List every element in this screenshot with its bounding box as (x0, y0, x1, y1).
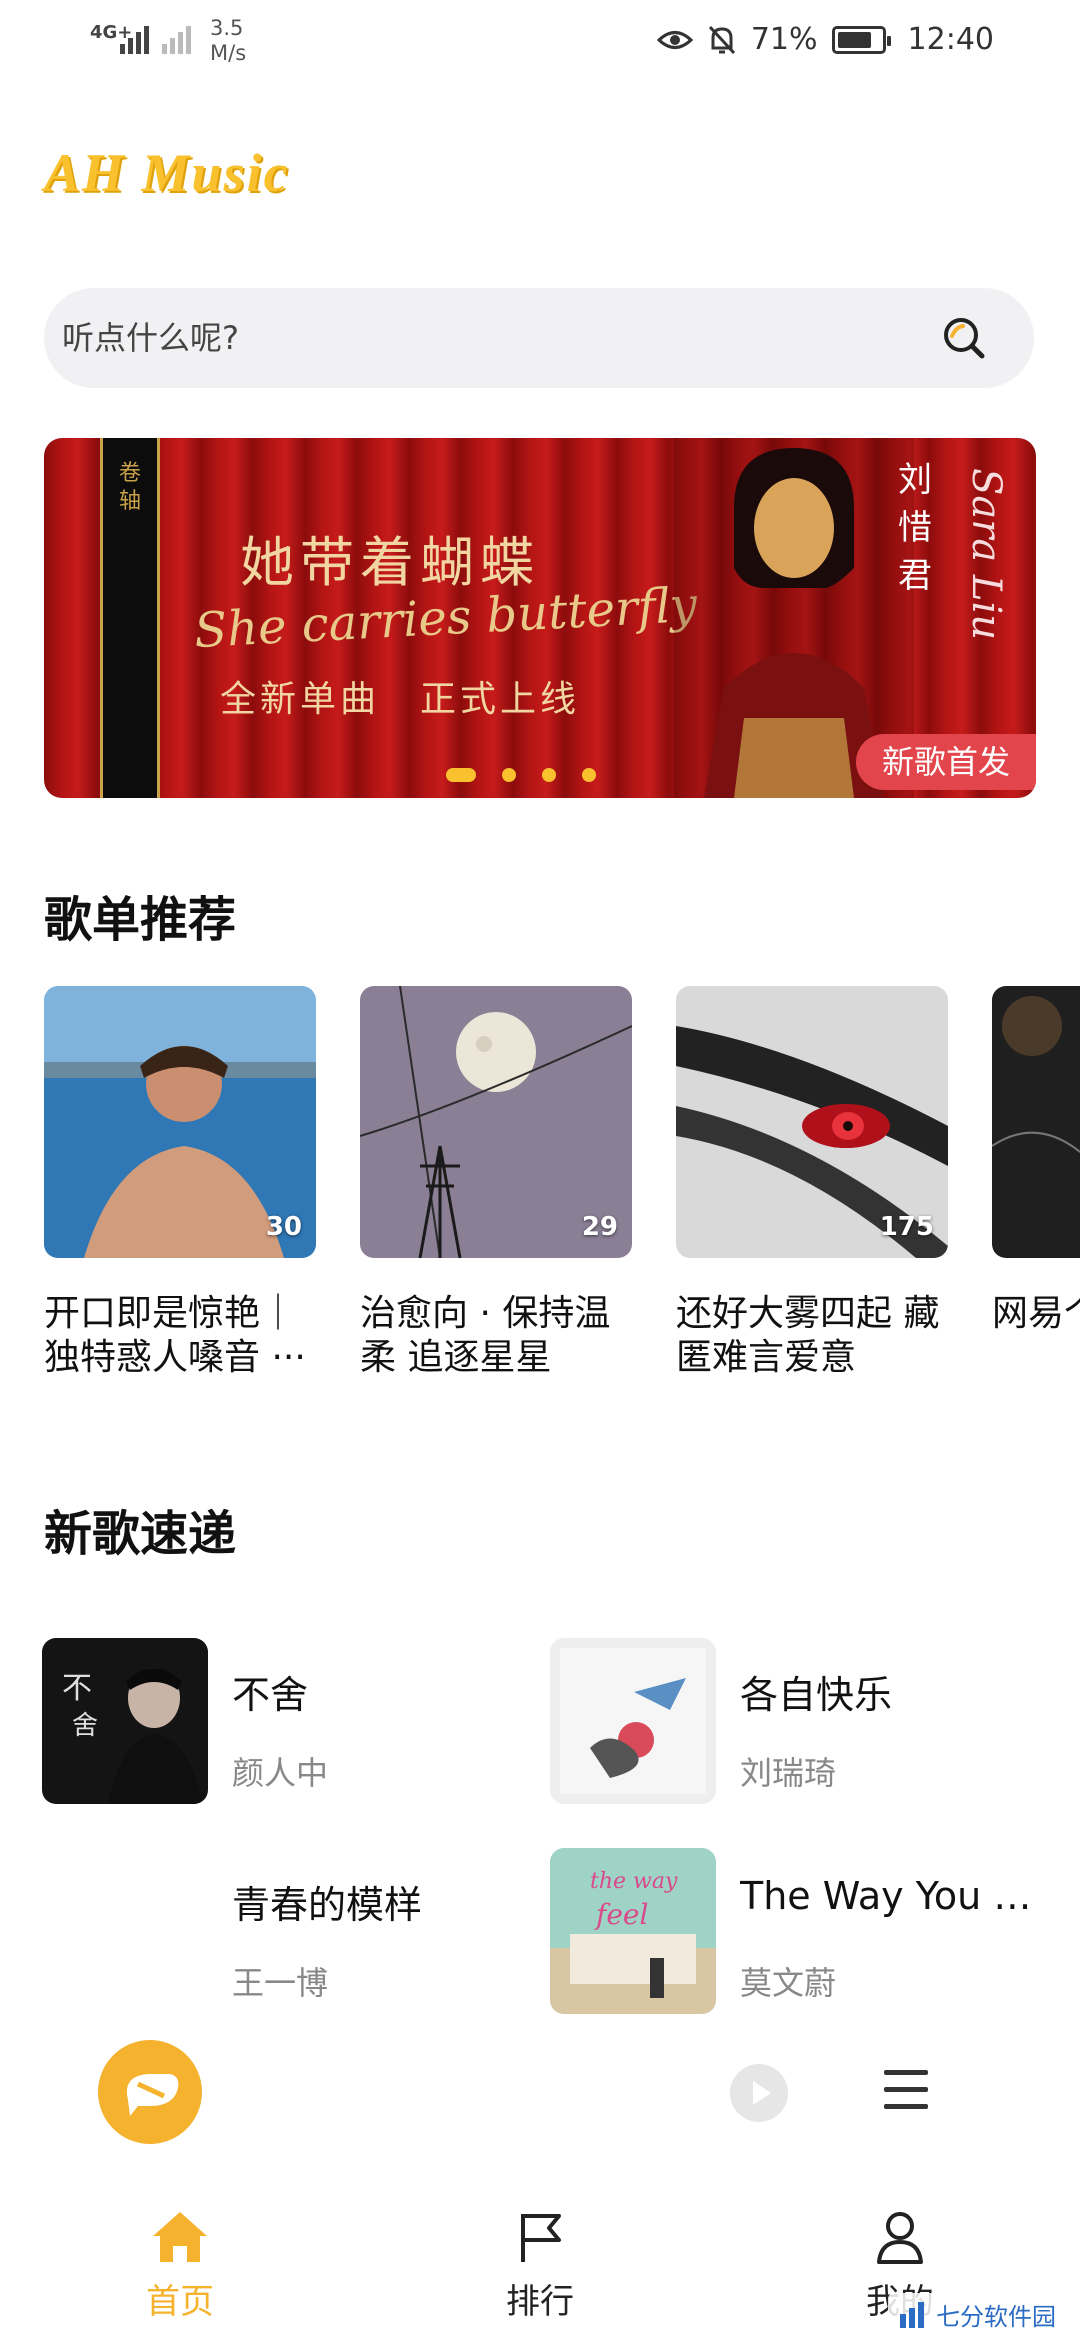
network-speed: 3.5 M/s (210, 16, 247, 65)
playlist-title: 治愈向 · 保持温柔 追逐星星 (360, 1293, 611, 1378)
banner-dot-active[interactable] (446, 768, 476, 782)
song-cover: 不 舍 (42, 1638, 208, 1804)
playlist-title: 网易个性 (992, 1293, 1080, 1334)
playlist-cover: 175 (676, 986, 948, 1258)
svg-text:feel: feel (594, 1898, 648, 1931)
clock-time: 12:40 (907, 22, 994, 57)
song-artist: 颜人中 (232, 1754, 329, 1792)
playlist-cover: 30 (44, 986, 316, 1258)
tab-label: 首页 (146, 2282, 214, 2322)
watermark: 七分软件园 (888, 2293, 1066, 2336)
playlist-title: 开口即是惊艳｜独特惑人嗓音 ··· (44, 1293, 306, 1378)
signal-icon-secondary (162, 26, 191, 54)
song-cover (550, 1638, 716, 1804)
song-title: 各自快乐 (740, 1673, 893, 1717)
playlist-card[interactable]: 网易个性 (992, 986, 1080, 1380)
song-artist: 莫文蔚 (740, 1964, 837, 2002)
battery-percent: 71% (750, 22, 818, 57)
mini-player (0, 2040, 1080, 2160)
banner-pagination[interactable] (446, 768, 596, 782)
song-cover: the way feel (550, 1848, 716, 2014)
search-icon[interactable] (942, 316, 986, 360)
banner-calligraphy-panel: 卷轴 (100, 438, 160, 798)
battery-icon (831, 25, 891, 54)
song-artist: 王一博 (232, 1964, 329, 2002)
promo-banner[interactable]: 卷轴 她带着蝴蝶 She carries butterfly 全新单曲 正式上线 … (44, 438, 1036, 798)
banner-title: 她带着蝴蝶 (240, 531, 540, 594)
playlist-cover (992, 986, 1080, 1258)
signal-icon (120, 26, 149, 54)
playlist-card[interactable]: 29 治愈向 · 保持温柔 追逐星星 (360, 986, 632, 1380)
song-title: The Way You M··· (740, 1874, 1040, 1918)
tab-label: 排行 (506, 2282, 574, 2322)
playlist-section-title: 歌单推荐 (44, 892, 237, 948)
player-logo-icon[interactable] (98, 2040, 202, 2144)
banner-artist-script: Sara Liu (963, 468, 1009, 641)
playlist-play-count: 30 (265, 1212, 302, 1242)
banner-dot[interactable] (502, 768, 516, 782)
banner-subtitle: 全新单曲 正式上线 (220, 679, 581, 720)
song-item[interactable]: the way feel The Way You M··· 莫文蔚 (550, 1848, 1040, 2018)
song-item[interactable]: 各自快乐 刘瑞琦 (550, 1638, 1030, 1808)
play-icon[interactable] (730, 2064, 788, 2122)
svg-text:不: 不 (62, 1671, 92, 1706)
song-title: 青春的模样 (232, 1883, 423, 1927)
search-bar[interactable] (44, 288, 1034, 388)
tab-ranking[interactable]: 排行 (460, 2210, 620, 2323)
banner-artist-name: 刘惜君 (898, 460, 932, 596)
home-icon (153, 2212, 207, 2262)
playlist-play-count: 175 (879, 1212, 934, 1242)
user-icon (877, 2212, 923, 2264)
playlist-card[interactable]: 30 开口即是惊艳｜独特惑人嗓音 ··· (44, 986, 316, 1380)
playlist-cover: 29 (360, 986, 632, 1258)
song-item[interactable]: 不 舍 不舍 颜人中 (42, 1638, 522, 1808)
song-item[interactable]: 青春的模样 王一博 (42, 1848, 522, 2018)
playlist-menu-icon[interactable] (884, 2070, 928, 2114)
bell-off-icon (708, 25, 735, 54)
song-title: 不舍 (232, 1673, 309, 1717)
banner-dot[interactable] (542, 768, 556, 782)
eye-icon (656, 30, 693, 49)
playlist-carousel[interactable]: 30 开口即是惊艳｜独特惑人嗓音 ··· 29 治愈向 · 保持温柔 追逐星星 (44, 986, 1080, 1406)
app-logo: AH Music (44, 143, 290, 203)
tab-home[interactable]: 首页 (100, 2210, 260, 2323)
song-cover (42, 1848, 208, 2014)
new-songs-section-title: 新歌速递 (44, 1506, 237, 1562)
song-artist: 刘瑞琦 (740, 1754, 837, 1792)
banner-dot[interactable] (582, 768, 596, 782)
svg-text:舍: 舍 (72, 1711, 98, 1741)
playlist-title: 还好大雾四起 藏匿难言爱意 (676, 1293, 940, 1378)
banner-badge: 新歌首发 (856, 734, 1036, 790)
flag-icon (521, 2214, 561, 2262)
bottom-tab-bar: 首页 排行 我的 七分软件园 (0, 2180, 1080, 2340)
watermark-logo-icon (900, 2301, 924, 2328)
playlist-card[interactable]: 175 还好大雾四起 藏匿难言爱意 (676, 986, 948, 1380)
status-bar: 4G+ 3.5 M/s 71% 12:40 (0, 0, 1080, 90)
search-input[interactable] (62, 319, 922, 357)
playlist-play-count: 29 (581, 1212, 618, 1242)
svg-text:the way: the way (590, 1869, 678, 1894)
